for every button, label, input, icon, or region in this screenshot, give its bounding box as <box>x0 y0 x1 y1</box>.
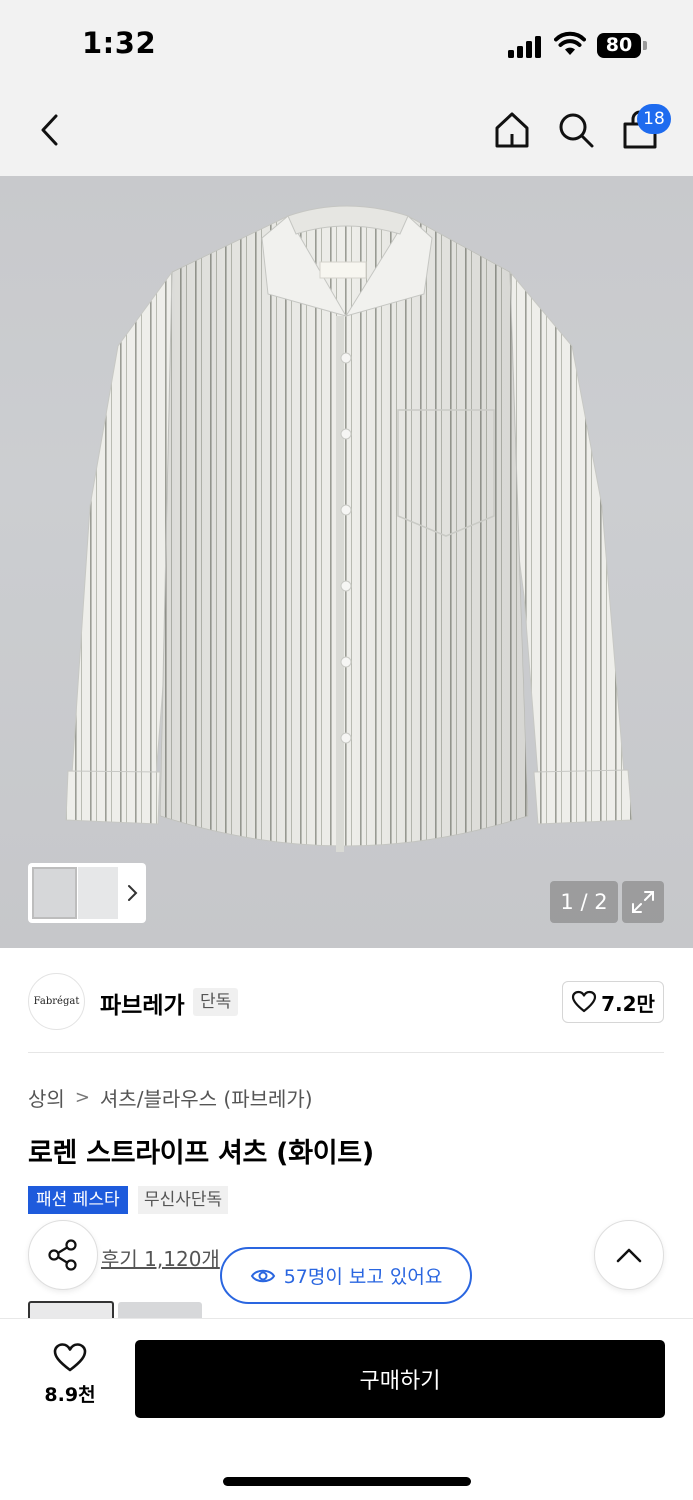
search-icon <box>559 113 594 148</box>
product-title: 로렌 스트라이프 셔츠 (화이트) <box>28 1138 374 1169</box>
wishlist-count: 8.9천 <box>44 1384 96 1406</box>
brand-logo[interactable]: Fabrégat <box>28 973 85 1030</box>
viewers-pill: 57명이 보고 있어요 <box>220 1247 472 1304</box>
thumbnail-1[interactable] <box>32 867 77 919</box>
heart-icon <box>571 990 597 1013</box>
color-option-gray[interactable] <box>118 1302 202 1319</box>
chevron-right-icon: > <box>74 1087 90 1108</box>
chevron-left-icon <box>41 114 58 146</box>
home-indicator[interactable] <box>223 1477 471 1486</box>
share-button[interactable] <box>28 1220 98 1290</box>
image-counter: 1 / 2 <box>550 881 618 923</box>
breadcrumb-subcategory[interactable]: 셔츠/블라우스 (파브레가) <box>100 1083 313 1112</box>
breadcrumb: 상의 > 셔츠/블라우스 (파브레가) <box>28 1083 313 1112</box>
viewers-text: 57명이 보고 있어요 <box>283 1266 443 1288</box>
top-nav <box>0 92 693 176</box>
home-icon <box>495 112 529 148</box>
heart-icon <box>53 1343 87 1372</box>
eye-icon <box>250 1269 275 1282</box>
thumbnail-2[interactable] <box>78 867 118 919</box>
cart-count-badge: 18 <box>637 104 671 134</box>
divider <box>28 1052 664 1053</box>
brand-like-button[interactable]: 7.2만 <box>562 981 664 1023</box>
musinsa-exclusive-tag: 무신사단독 <box>138 1186 229 1214</box>
expand-icon <box>632 891 654 913</box>
cellular-signal-icon <box>508 36 544 58</box>
chevron-up-icon <box>616 1248 642 1263</box>
shirt-image <box>65 205 633 852</box>
brand-exclusive-tag: 단독 <box>193 988 239 1016</box>
breadcrumb-category[interactable]: 상의 <box>28 1083 65 1112</box>
color-option-white[interactable] <box>28 1301 114 1319</box>
brand-name[interactable]: 파브레가 <box>100 986 185 1020</box>
battery-icon: 80 <box>597 33 647 58</box>
share-icon <box>48 1239 77 1271</box>
buy-button[interactable]: 구매하기 <box>135 1340 665 1418</box>
review-link[interactable]: 후기 1,120개 <box>101 1243 220 1272</box>
expand-button[interactable] <box>622 881 664 923</box>
brand-like-count: 7.2만 <box>601 991 655 1016</box>
wifi-icon <box>554 31 586 57</box>
back-button[interactable] <box>26 106 74 154</box>
wishlist-button[interactable]: 8.9천 <box>30 1342 110 1416</box>
scroll-top-button[interactable] <box>594 1220 664 1290</box>
status-time: 1:32 <box>82 26 157 60</box>
product-image[interactable] <box>0 176 693 948</box>
fashion-festa-tag: 패션 페스타 <box>28 1186 128 1214</box>
home-button[interactable] <box>488 106 536 154</box>
search-button[interactable] <box>552 106 600 154</box>
chevron-right-icon[interactable] <box>122 882 142 904</box>
status-bar: 1:32 80 <box>0 0 693 92</box>
battery-level: 80 <box>605 34 633 56</box>
